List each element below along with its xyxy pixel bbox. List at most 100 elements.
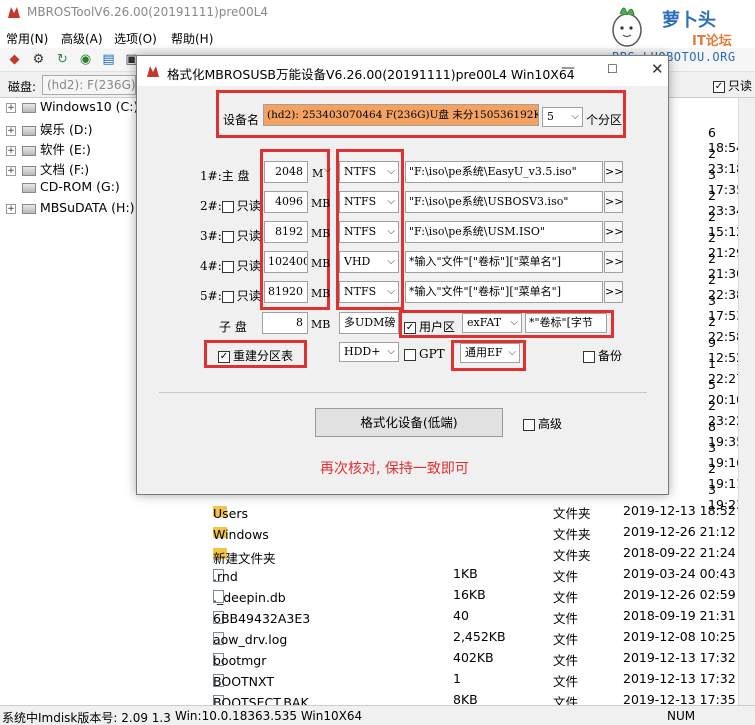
file-type: 文件夹 [553,506,591,521]
expand-icon[interactable]: + [6,145,16,156]
checkbox-icon: ✓ [404,321,416,334]
file-row[interactable]: 新建文件夹 文件夹 2018-09-22 21:24 [205,542,755,566]
device-label: 设备名 [223,113,260,127]
tree-item-g[interactable]: CD-ROM (G:) [22,179,120,199]
gpt-checkbox[interactable]: GPT [404,347,445,361]
partition-2-path[interactable]: "F:\iso\pe系统\USBOSV3.iso" [405,191,603,213]
partition-3-unit: MB [311,227,331,240]
hdd-mode-select[interactable]: HDD+ ⌵ [339,342,399,362]
tree-item-h[interactable]: + MBSuDATA (H:) [6,200,135,220]
partition-2-browse-button[interactable]: >> [604,191,623,213]
partition-4-label: 4#: 只读 [200,259,261,273]
checkbox-icon: ✓ [713,80,725,93]
file-date: 2019-12-13 18:52 [623,503,736,518]
file-type: 文件 [553,653,579,668]
readonly-checkbox[interactable] [221,230,234,243]
file-row[interactable]: .rnd 1KB 文件 2019-03-24 00:43 [205,563,755,584]
disk-select[interactable]: (hd2): F(236G)U [42,75,136,95]
chevron-down-icon: ⌵ [387,196,395,207]
ef-mode-select[interactable]: 通用EF ⌵ [460,343,520,363]
tool-logo-icon[interactable]: ◆ [6,51,23,68]
device-field[interactable]: (hd2): 253403070464 F(236G)U盘 未分15053619… [263,104,539,126]
maximize-icon[interactable]: ☐ [607,62,618,76]
chevron-down-icon: ⌵ [508,347,516,358]
sub-disk-size[interactable]: 8 [262,312,308,334]
partition-5-browse-button[interactable]: >> [604,281,623,303]
partition-count-select[interactable]: 5 ⌵ [542,107,583,127]
user-area-checkbox[interactable]: ✓ 用户区 [404,318,455,335]
file-type: 文件夹 [553,548,591,563]
file-type: 文件 [553,569,579,584]
close-icon[interactable]: ✕ [651,60,664,78]
expand-icon[interactable]: + [6,165,16,176]
format-device-button[interactable]: 格式化设备(低端) [315,408,503,437]
vertical-scrollbar[interactable] [738,98,755,705]
backup-checkbox[interactable]: 备份 [583,347,622,364]
partition-2-size[interactable]: 4096 [264,191,308,213]
partition-1-browse-button[interactable]: >> [604,161,623,183]
tree-item-c[interactable]: + Windows10 (C:) [6,99,138,119]
partition-5-size[interactable]: 81920 [264,281,308,303]
advanced-checkbox[interactable]: 高级 [523,415,562,432]
partition-3-browse-button[interactable]: >> [604,221,623,243]
menu-advanced[interactable]: 高级(A) [61,30,103,47]
partition-4-browse-button[interactable]: >> [604,251,623,273]
partition-1-fs-select[interactable]: NTFS ⌵ [339,161,399,183]
user-fs-select[interactable]: exFAT ⌵ [462,313,522,333]
file-row[interactable]: ._deepin.db 16KB 文件 2019-12-26 02:59 [205,584,755,605]
partition-1-size[interactable]: 2048 [264,161,308,183]
partition-5-path[interactable]: *输入"文件"["卷标"]["菜单名"] [405,281,603,303]
expand-icon[interactable]: + [6,203,16,214]
menu-help[interactable]: 帮助(H) [171,30,213,47]
sub-disk-label: 子 盘 [219,320,247,334]
partition-1-path[interactable]: "F:\iso\pe系统\EasyU_v3.5.iso" [405,161,603,183]
gear-icon[interactable]: ⚙ [30,51,47,68]
document-icon[interactable]: ▤ [100,51,117,68]
file-date: 2018-09-19 21:31 [623,608,736,623]
menu-common[interactable]: 常用(N) [6,30,48,47]
menu-options[interactable]: 选项(O) [114,30,157,47]
file-row[interactable]: BOOTNXT 1 文件 2019-12-13 17:32 [205,668,755,689]
drive-icon [22,203,36,214]
globe-icon[interactable]: ◉ [77,51,94,68]
partition-4-fs-select[interactable]: VHD ⌵ [339,251,399,273]
partition-3-path[interactable]: "F:\iso\pe系统\USM.ISO" [405,221,603,243]
ef-value: 通用EF [465,346,503,359]
chevron-down-icon[interactable]: ⌵ [324,165,331,175]
partition-2-fs-select[interactable]: NTFS ⌵ [339,191,399,213]
partition-5-label: 5#: 只读 [200,289,261,303]
minimize-icon[interactable]: — [561,60,575,76]
hdd-value: HDD+ [344,345,381,358]
partition-3-fs-select[interactable]: NTFS ⌵ [339,221,399,243]
partition-1-unit: M [312,167,324,180]
format-dialog: 格式化MBROSUSB万能设备V6.26.00(20191111)pre00L4… [136,55,669,495]
expand-icon[interactable]: + [6,102,16,113]
user-volume-field[interactable]: *"卷标"[字节 [525,313,607,333]
partition-5-fs-select[interactable]: NTFS ⌵ [339,281,399,303]
file-size: 1KB [453,566,478,581]
file-row[interactable]: Windows 文件夹 2019-12-26 21:12 [205,521,755,542]
file-row[interactable]: Users 文件夹 2019-12-13 18:52 [205,500,755,521]
expand-icon[interactable]: + [6,125,16,136]
readonly-checkbox[interactable] [221,260,234,273]
file-date: 2019-12-13 17:32 [623,650,736,665]
partition-2-unit: MB [311,197,331,210]
tree-item-f[interactable]: + 文档 (F:) [6,159,89,179]
partition-1-label: 1#:主 盘 [200,169,250,183]
partition-4-path[interactable]: *输入"文件"["卷标"]["菜单名"] [405,251,603,273]
tree-item-e[interactable]: + 软件 (E:) [6,139,91,159]
readonly-checkbox[interactable] [221,200,234,213]
rebuild-partition-checkbox[interactable]: ✓ 重建分区表 [218,347,293,364]
sub-disk-fs-select[interactable]: 多UDM磅 ⌵ [339,312,399,334]
refresh-icon[interactable]: ↻ [54,51,71,68]
file-row[interactable]: 6BB49432A3E3 40 文件 2018-09-19 21:31 [205,605,755,626]
partition-3-size[interactable]: 8192 [264,221,308,243]
tree-item-d[interactable]: + 娱乐 (D:) [6,119,93,139]
readonly-checkbox[interactable]: ✓ 只读 [713,77,752,94]
file-date: 2019-03-24 00:43 [623,566,736,581]
file-row[interactable]: bootmgr 402KB 文件 2019-12-13 17:32 [205,647,755,668]
file-row[interactable]: aow_drv.log 2,452KB 文件 2019-12-08 10:25 [205,626,755,647]
checkbox-icon [583,350,595,363]
readonly-checkbox[interactable] [221,290,234,303]
partition-4-size[interactable]: 102400 [264,251,308,273]
